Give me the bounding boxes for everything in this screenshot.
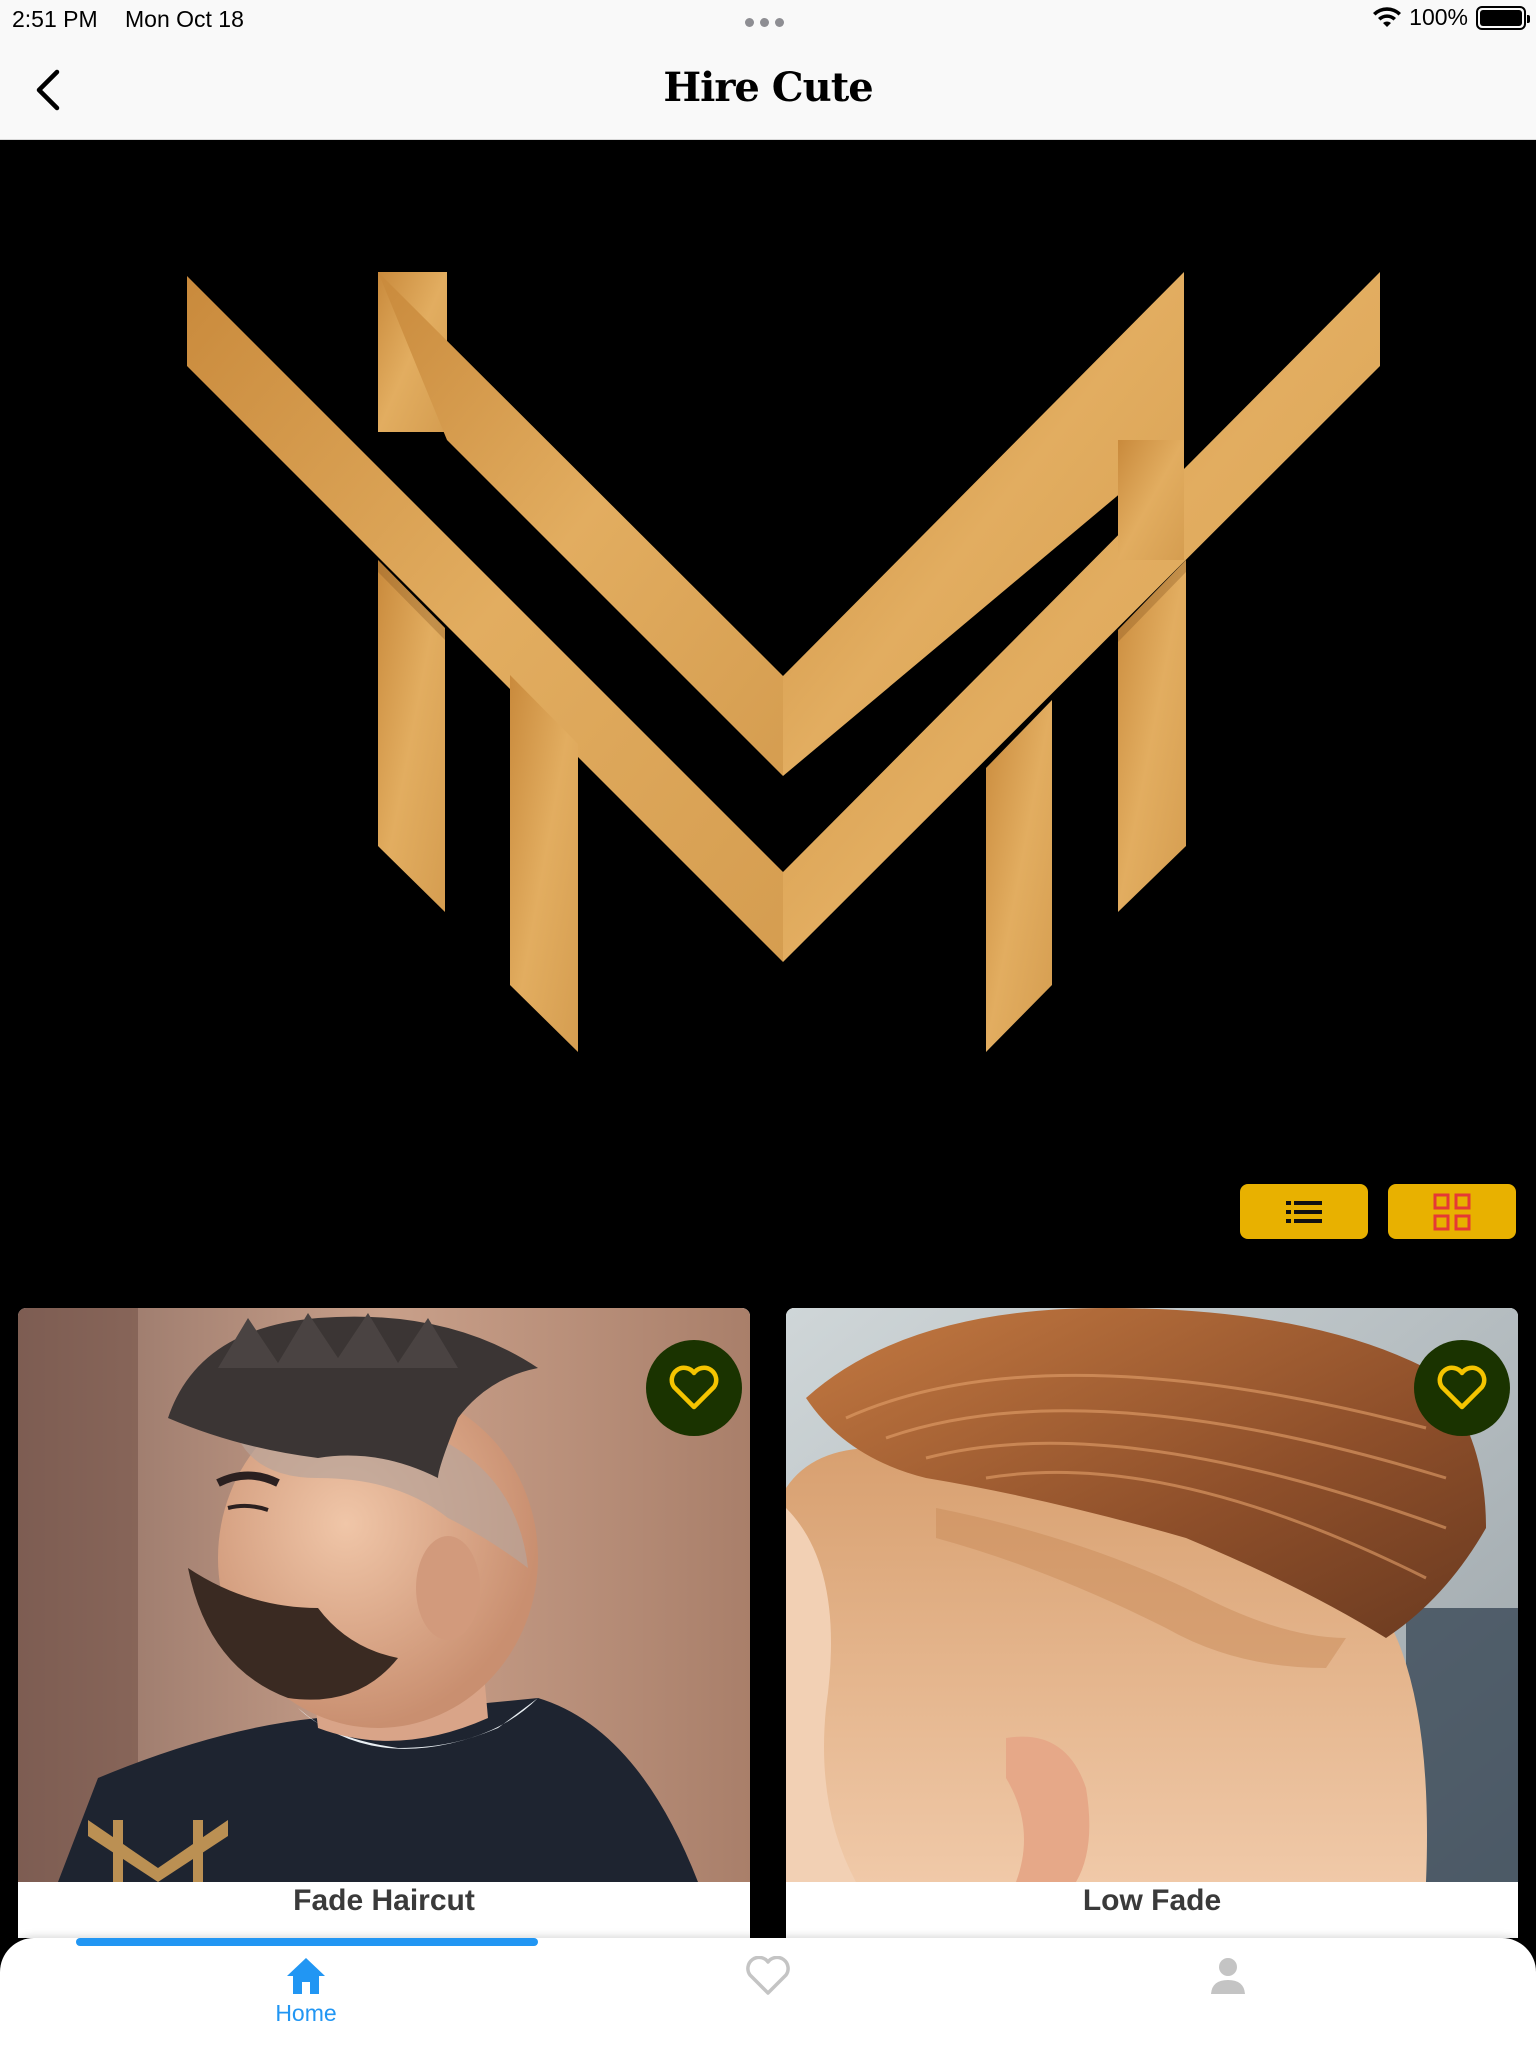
grid-icon [1433,1193,1471,1230]
tab-favorites[interactable] [668,1956,868,2036]
status-indicators: 100% [1373,4,1530,31]
list-view-button[interactable] [1240,1184,1368,1239]
list-icon [1286,1200,1322,1223]
haircut-card[interactable]: Fade Haircut [18,1308,750,1938]
haircut-card[interactable]: Low Fade [786,1308,1518,1938]
active-tab-indicator [76,1938,538,1946]
haircut-photo [18,1308,750,1882]
heart-outline-icon [1437,1365,1487,1410]
status-date: Mon Oct 18 [125,6,244,32]
bottom-tab-bar: Home [0,1938,1536,2048]
wifi-icon [1373,6,1402,27]
home-icon [287,1958,325,1994]
tab-home[interactable]: Home [206,1956,406,2036]
card-title: Low Fade [1082,1884,1222,1917]
person-icon [1211,1958,1245,1994]
heart-outline-icon [669,1365,719,1410]
navigation-bar: Hire Cute [0,40,1536,140]
logo-banner [0,140,1536,1290]
favorite-button[interactable] [646,1340,742,1436]
gold-m-monogram-logo [187,272,1380,1052]
card-title: Fade Haircut [293,1884,475,1917]
status-bar: 2:51 PM Mon Oct 18 100% [0,0,1536,40]
status-time: 2:51 PM [12,6,98,32]
heart-outline-icon [746,1956,790,1995]
battery-icon [1476,5,1530,30]
haircut-photo [786,1308,1518,1882]
page-title: Hire Cute [663,64,873,111]
favorite-button[interactable] [1414,1340,1510,1436]
multitasking-dots-icon[interactable] [745,18,784,27]
grid-view-button[interactable] [1388,1184,1516,1239]
battery-percent: 100% [1409,4,1468,30]
tab-profile[interactable] [1128,1956,1328,2036]
tab-home-label: Home [275,2000,337,2026]
